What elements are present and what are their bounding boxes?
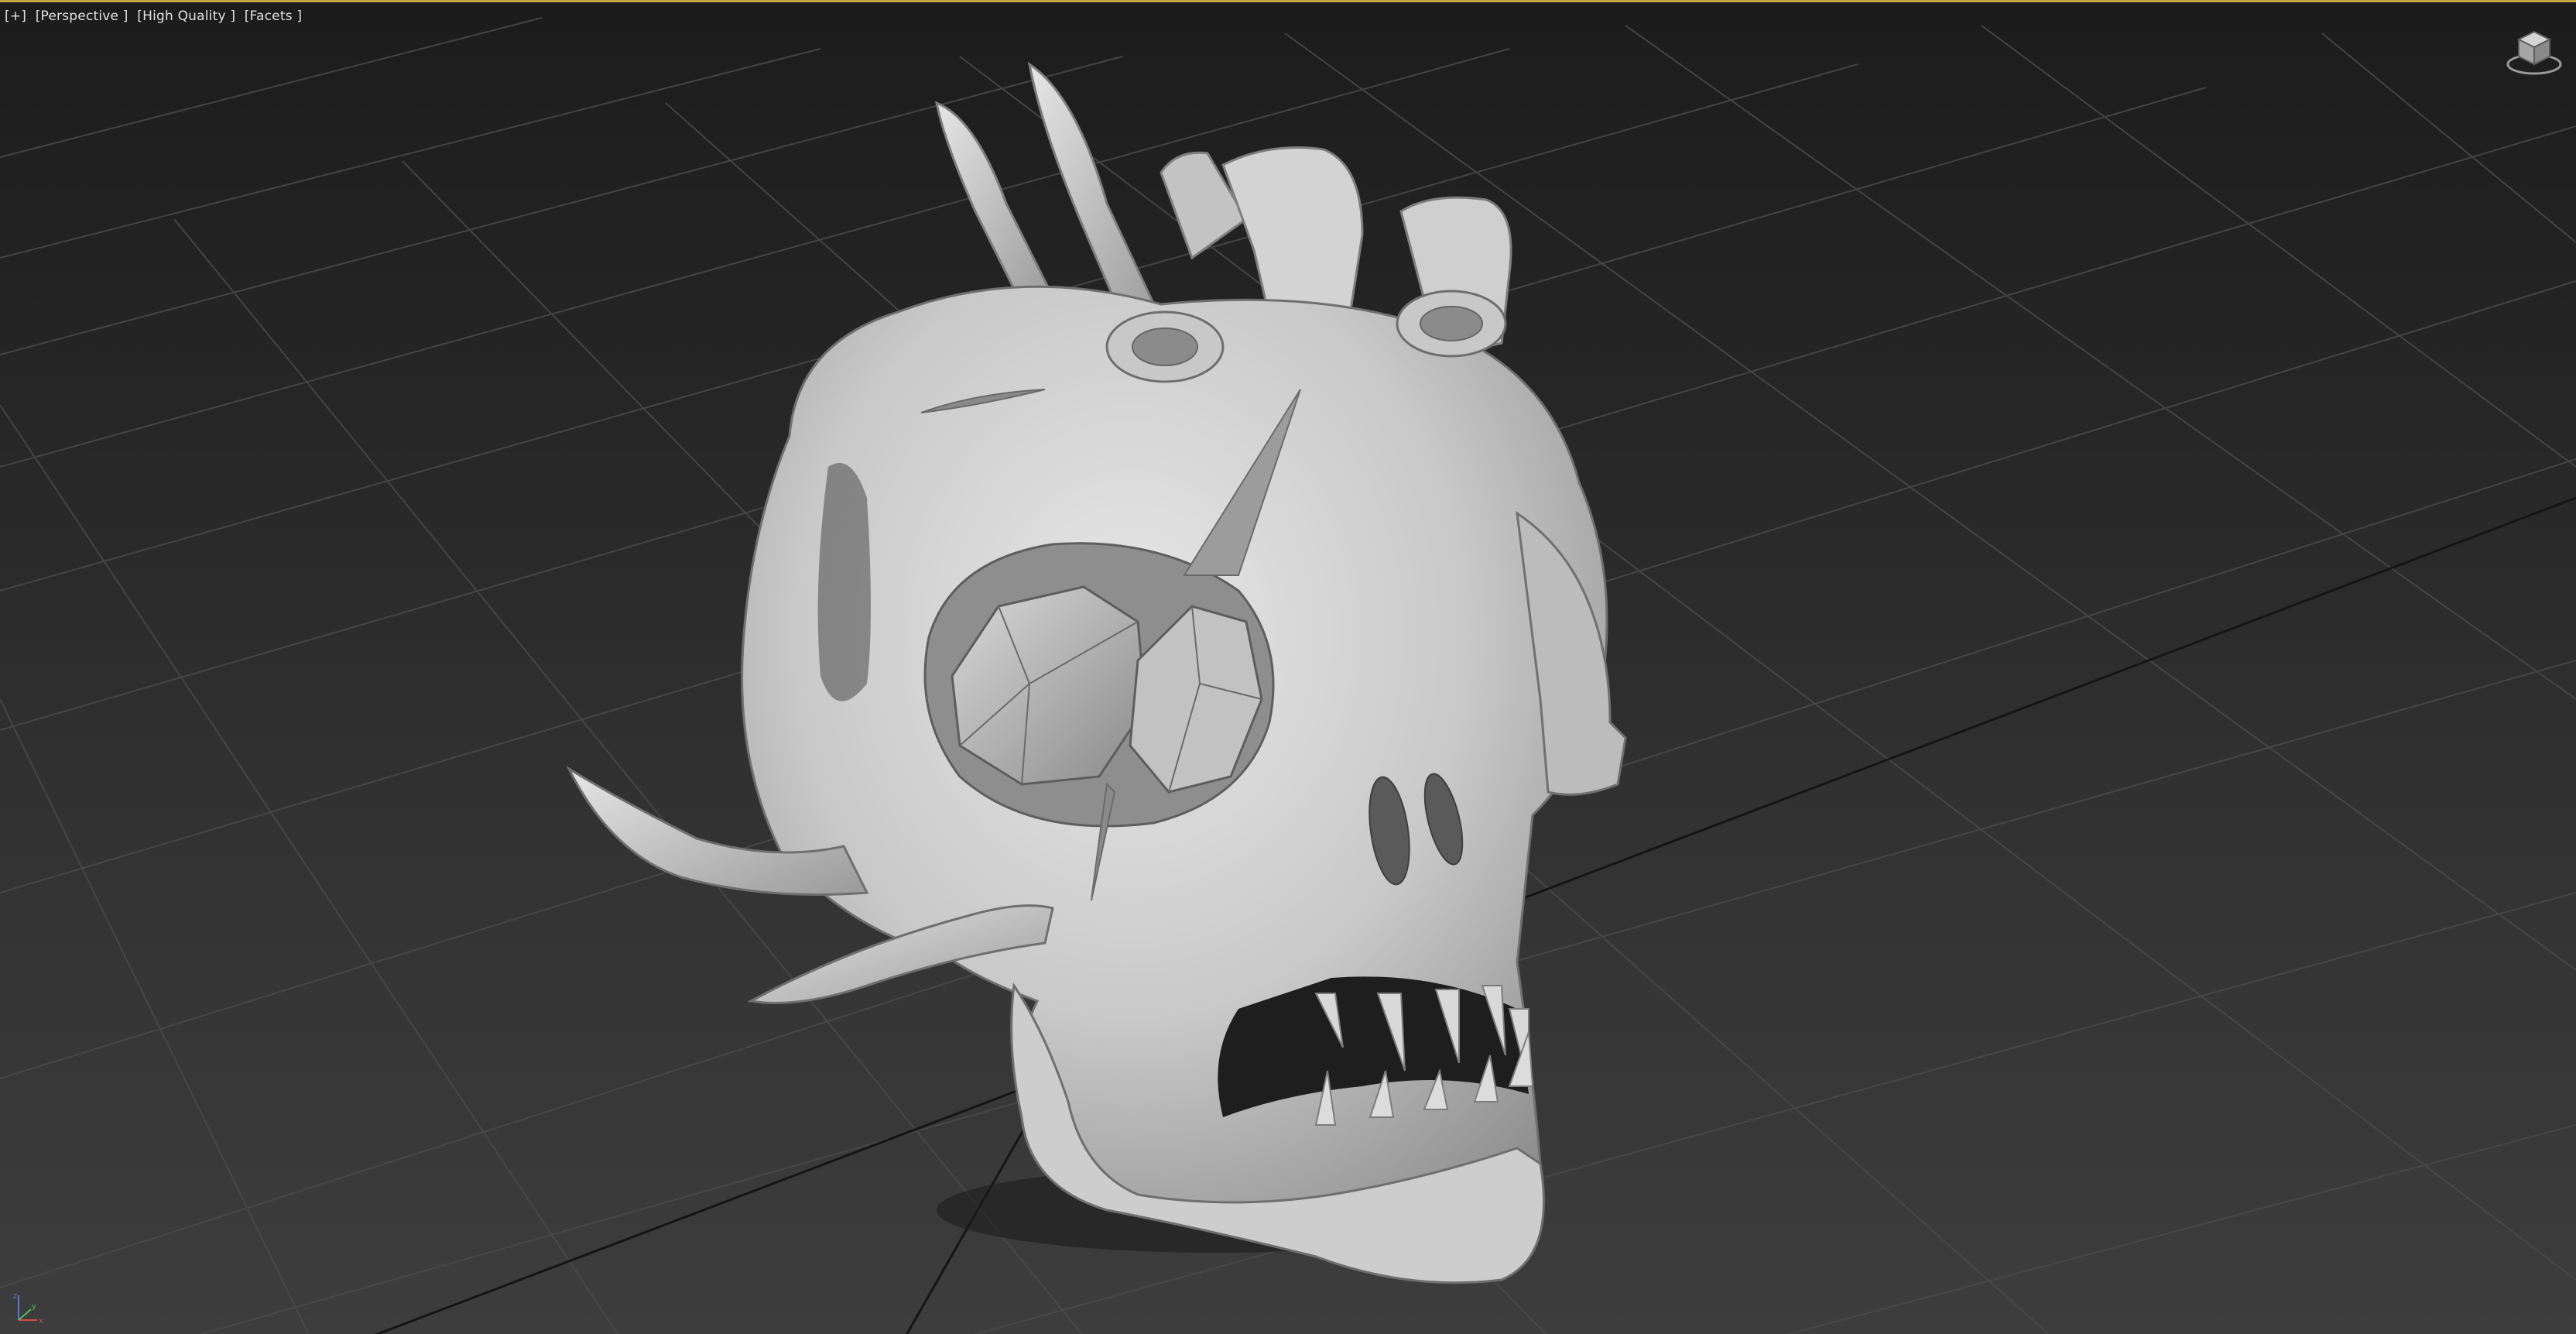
viewcube-icon[interactable] (2503, 26, 2565, 80)
display-style-menu[interactable]: [Facets ] (245, 9, 302, 24)
viewport-label: [+] [Perspective ] [High Quality ] [Face… (5, 9, 302, 24)
viewport-menu-button[interactable]: [+] (5, 9, 26, 24)
axis-tripod-icon: z x y (11, 1289, 50, 1328)
axis-label-x: x (39, 1317, 43, 1325)
skull-model[interactable] (566, 61, 1627, 1284)
axis-label-z: z (13, 1292, 17, 1301)
perspective-viewport[interactable]: [+] [Perspective ] [High Quality ] [Face… (0, 0, 2576, 1334)
viewport-scene (0, 17, 2576, 1334)
axis-label-y: y (32, 1302, 36, 1311)
shading-mode-menu[interactable]: [High Quality ] (137, 9, 235, 24)
view-type-menu[interactable]: [Perspective ] (36, 9, 128, 24)
